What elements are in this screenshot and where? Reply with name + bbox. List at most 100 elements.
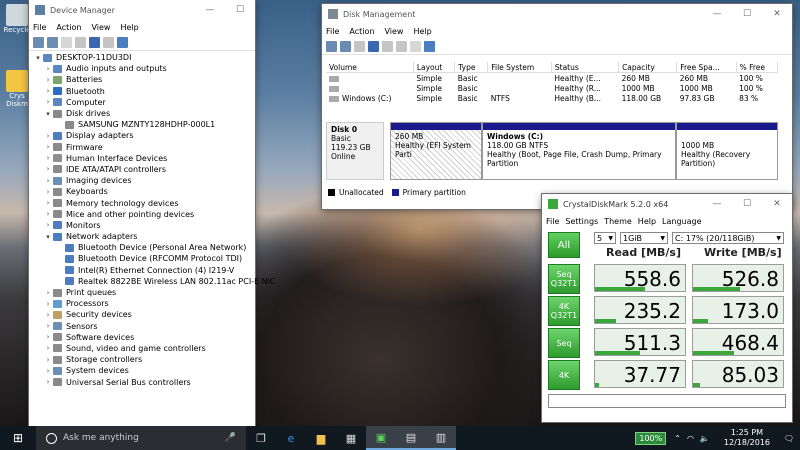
column-header[interactable]: Status bbox=[551, 62, 620, 73]
column-header[interactable]: Free Spa... bbox=[676, 62, 737, 73]
tree-category-sound-video-and-game-controllers[interactable]: › Sound, video and game controllers bbox=[33, 343, 255, 354]
column-header[interactable]: Layout bbox=[413, 62, 456, 73]
properties-icon[interactable] bbox=[61, 36, 72, 48]
expand-arrow-icon[interactable]: › bbox=[43, 378, 53, 386]
desktop-icon-crystaldiskmark[interactable]: Crys Diskm bbox=[2, 70, 32, 108]
tree-category-system-devices[interactable]: › System devices bbox=[33, 365, 255, 376]
menu-help[interactable]: Help bbox=[638, 217, 656, 226]
expand-arrow-icon[interactable]: › bbox=[43, 221, 53, 229]
minimize-button[interactable]: — bbox=[702, 194, 732, 214]
count-select[interactable]: 5 ▼ bbox=[594, 232, 616, 244]
forward-icon[interactable] bbox=[340, 40, 351, 52]
microphone-icon[interactable]: 🎤 bbox=[225, 433, 236, 443]
menu-view[interactable]: View bbox=[91, 23, 110, 32]
collapse-arrow-icon[interactable]: ▾ bbox=[33, 54, 43, 62]
partition-windows[interactable]: Windows (C:) 118.00 GB NTFS Healthy (Boo… bbox=[482, 122, 676, 180]
task-view-button[interactable]: ❐ bbox=[246, 426, 276, 450]
collapse-arrow-icon[interactable]: ▾ bbox=[43, 233, 53, 241]
tree-category-batteries[interactable]: › Batteries bbox=[33, 74, 255, 85]
tree-category-memory-technology-devices[interactable]: › Memory technology devices bbox=[33, 197, 255, 208]
help-icon[interactable] bbox=[368, 40, 379, 52]
column-header[interactable]: Capacity bbox=[618, 62, 678, 73]
expand-arrow-icon[interactable]: › bbox=[43, 367, 53, 375]
monitor-icon[interactable] bbox=[117, 36, 128, 48]
all-button[interactable]: All bbox=[548, 232, 580, 258]
back-icon[interactable] bbox=[33, 36, 44, 48]
partition-efi[interactable]: 260 MB Healthy (EFI System Parti bbox=[390, 122, 482, 180]
tree-category-keyboards[interactable]: › Keyboards bbox=[33, 186, 255, 197]
clock[interactable]: 1:25 PM 12/18/2016 bbox=[724, 428, 770, 448]
menu-settings[interactable]: Settings bbox=[565, 217, 598, 226]
expand-arrow-icon[interactable]: › bbox=[43, 76, 53, 84]
view-icon[interactable] bbox=[354, 40, 365, 52]
tree-category-software-devices[interactable]: › Software devices bbox=[33, 332, 255, 343]
maximize-button[interactable]: ☐ bbox=[732, 194, 762, 214]
close-button[interactable]: ✕ bbox=[762, 194, 792, 214]
menu-file[interactable]: File bbox=[33, 23, 46, 32]
device-manager-titlebar[interactable]: Device Manager — ☐ bbox=[29, 0, 255, 20]
disk-icon[interactable] bbox=[424, 40, 435, 52]
forward-icon[interactable] bbox=[47, 36, 58, 48]
menu-action[interactable]: Action bbox=[56, 23, 81, 32]
minimize-button[interactable]: — bbox=[195, 0, 225, 20]
comment-input[interactable] bbox=[548, 394, 786, 408]
tree-category-firmware[interactable]: › Firmware bbox=[33, 142, 255, 153]
partition-recovery[interactable]: 1000 MB Healthy (Recovery Partition) bbox=[676, 122, 778, 180]
collapse-arrow-icon[interactable]: ▾ bbox=[43, 110, 53, 118]
file-explorer-button[interactable]: ▆ bbox=[306, 426, 336, 450]
expand-arrow-icon[interactable]: › bbox=[43, 344, 53, 352]
notifications-icon[interactable]: 🗨 bbox=[778, 434, 800, 443]
expand-arrow-icon[interactable]: › bbox=[43, 333, 53, 341]
expand-arrow-icon[interactable]: › bbox=[43, 98, 53, 106]
tree-device[interactable]: SAMSUNG MZNTY128HDHP-000L1 bbox=[33, 119, 255, 130]
wifi-icon[interactable]: ◠ bbox=[687, 434, 694, 443]
tree-device[interactable]: Bluetooth Device (Personal Area Network) bbox=[33, 242, 255, 253]
column-header[interactable]: Volume bbox=[326, 62, 414, 73]
properties-sheet-icon[interactable] bbox=[103, 36, 114, 48]
tree-category-print-queues[interactable]: › Print queues bbox=[33, 287, 255, 298]
table-row[interactable]: Simple Basic Healthy (E... 260 MB 260 MB 100 … bbox=[326, 73, 778, 84]
expand-arrow-icon[interactable]: › bbox=[43, 322, 53, 330]
expand-arrow-icon[interactable]: › bbox=[43, 154, 53, 162]
tree-category-universal-serial-bus-controllers[interactable]: › Universal Serial Bus controllers bbox=[33, 376, 255, 387]
tree-category-bluetooth[interactable]: › Bluetooth bbox=[33, 86, 255, 97]
menu-theme[interactable]: Theme bbox=[604, 217, 632, 226]
tree-category-human-interface-devices[interactable]: › Human Interface Devices bbox=[33, 153, 255, 164]
crystaldiskmark-titlebar[interactable]: CrystalDiskMark 5.2.0 x64 — ☐ ✕ bbox=[542, 194, 792, 214]
back-icon[interactable] bbox=[326, 40, 337, 52]
tree-category-monitors[interactable]: › Monitors bbox=[33, 220, 255, 231]
tree-category-display-adapters[interactable]: › Display adapters bbox=[33, 130, 255, 141]
store-button[interactable]: ▦ bbox=[336, 426, 366, 450]
expand-arrow-icon[interactable]: › bbox=[43, 311, 53, 319]
help-icon[interactable] bbox=[89, 36, 100, 48]
test-button-seq-q1t1[interactable]: Seq bbox=[548, 328, 580, 358]
tree-device[interactable]: Realtek 8822BE Wireless LAN 802.11ac PCI… bbox=[33, 276, 276, 287]
expand-arrow-icon[interactable]: › bbox=[43, 356, 53, 364]
size-select[interactable]: 1GiB ▼ bbox=[620, 232, 668, 244]
tree-device[interactable]: Intel(R) Ethernet Connection (4) I219-V bbox=[33, 265, 255, 276]
tree-category-storage-controllers[interactable]: › Storage controllers bbox=[33, 354, 255, 365]
refresh-icon[interactable] bbox=[396, 40, 407, 52]
table-row[interactable]: Simple Basic Healthy (R... 1000 MB 1000 MB 10… bbox=[326, 83, 778, 93]
tree-category-imaging-devices[interactable]: › Imaging devices bbox=[33, 175, 255, 186]
minimize-button[interactable]: — bbox=[702, 4, 732, 24]
expand-arrow-icon[interactable]: › bbox=[43, 199, 53, 207]
tree-category-processors[interactable]: › Processors bbox=[33, 298, 255, 309]
expand-arrow-icon[interactable]: › bbox=[43, 143, 53, 151]
menu-action[interactable]: Action bbox=[349, 27, 374, 36]
expand-arrow-icon[interactable]: › bbox=[43, 65, 53, 73]
menu-language[interactable]: Language bbox=[662, 217, 701, 226]
volume-icon[interactable]: 🔈 bbox=[700, 434, 710, 443]
view-icon[interactable] bbox=[75, 36, 86, 48]
table-row[interactable]: Windows (C:) Simple Basic NTFS Healthy (B...… bbox=[326, 93, 778, 103]
properties-icon[interactable] bbox=[382, 40, 393, 52]
desktop-icon-recycle-bin[interactable]: Recycle bbox=[2, 4, 32, 34]
close-button[interactable]: ✕ bbox=[762, 4, 792, 24]
battery-indicator[interactable]: 100% bbox=[635, 431, 667, 445]
tree-category-network-adapters[interactable]: ▾ Network adapters bbox=[33, 231, 255, 242]
tree-category-security-devices[interactable]: › Security devices bbox=[33, 309, 255, 320]
menu-help[interactable]: Help bbox=[120, 23, 138, 32]
tree-category-sensors[interactable]: › Sensors bbox=[33, 321, 255, 332]
tree-category-ide-ata-atapi-controllers[interactable]: › IDE ATA/ATAPI controllers bbox=[33, 164, 255, 175]
maximize-button[interactable]: ☐ bbox=[732, 4, 762, 24]
